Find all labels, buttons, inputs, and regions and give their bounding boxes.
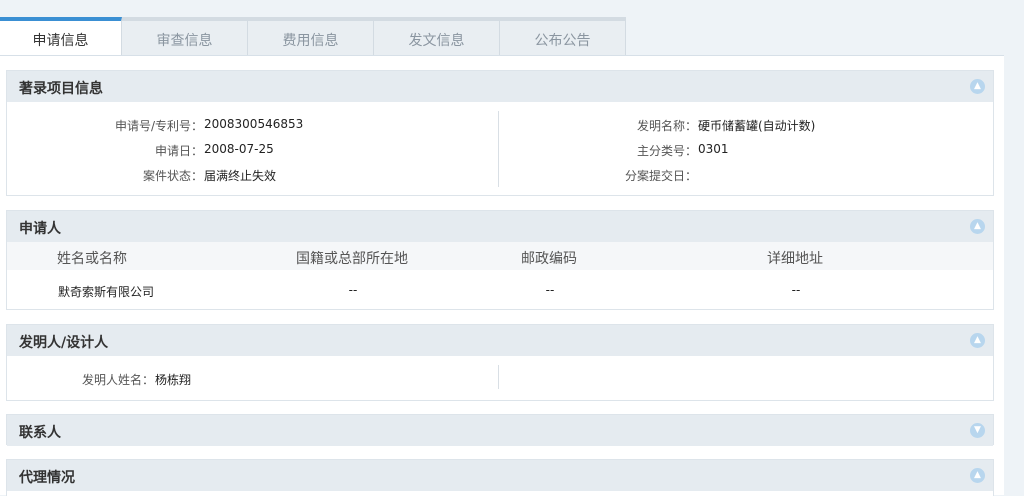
column-header: 详细地址 <box>767 251 823 267</box>
chevron-up-icon[interactable]: ▲ <box>970 79 985 94</box>
inventor-name-label: 发明人姓名： <box>81 373 154 387</box>
agency-header: 代理情况 ▲ <box>7 460 993 491</box>
table-cell: -- <box>348 283 358 297</box>
app-no-value: 2008300546853 <box>204 117 304 131</box>
field-row: 申请号/专利号： 2008300546853 发明名称： 硬币储蓄罐(自动计数) <box>7 117 993 133</box>
table-cell: 默奇索斯有限公司 <box>57 285 154 299</box>
app-date-label: 申请日： <box>154 144 203 158</box>
section-title: 发明人/设计人 <box>19 335 109 351</box>
column-header: 姓名或名称 <box>57 251 127 267</box>
table-cell: -- <box>545 283 555 297</box>
section-title: 联系人 <box>19 425 61 441</box>
agency-section: 代理情况 ▲ <box>6 459 994 496</box>
tab-dispatch-info[interactable]: 发文信息 <box>374 17 500 55</box>
table-cell: -- <box>791 283 801 297</box>
column-divider <box>498 365 499 389</box>
applicant-header: 申请人 ▲ <box>7 211 993 242</box>
column-header: 国籍或总部所在地 <box>296 251 408 267</box>
chevron-up-icon[interactable]: ▲ <box>970 468 985 483</box>
applicant-section: 申请人 ▲ 姓名或名称 国籍或总部所在地 邮政编码 详细地址 默奇索斯有限公司 … <box>6 210 994 310</box>
invention-name-value: 硬币储蓄罐(自动计数) <box>698 119 816 133</box>
app-date-value: 2008-07-25 <box>204 142 274 156</box>
main-class-value: 0301 <box>698 142 729 156</box>
field-row: 申请日： 2008-07-25 主分类号： 0301 <box>7 142 993 158</box>
section-title: 著录项目信息 <box>19 81 103 97</box>
tab-publication-announcement[interactable]: 公布公告 <box>500 17 626 55</box>
contact-section: 联系人 ▼ <box>6 414 994 446</box>
column-header: 邮政编码 <box>521 251 577 267</box>
section-title: 申请人 <box>19 221 61 237</box>
field-row: 案件状态： 届满终止失效 分案提交日： <box>7 167 993 183</box>
tab-bar: 申请信息 审查信息 费用信息 发文信息 公布公告 <box>0 17 626 55</box>
field-row: 发明人姓名： 杨栋翔 <box>7 371 993 387</box>
inventor-section: 发明人/设计人 ▲ 发明人姓名： 杨栋翔 <box>6 324 994 401</box>
chevron-up-icon[interactable]: ▲ <box>970 333 985 348</box>
contact-header: 联系人 ▼ <box>7 415 993 446</box>
inventor-header: 发明人/设计人 ▲ <box>7 325 993 356</box>
chevron-up-icon[interactable]: ▲ <box>970 219 985 234</box>
tab-application-info[interactable]: 申请信息 <box>0 17 122 55</box>
bibliographic-section: 著录项目信息 ▲ 申请号/专利号： 2008300546853 发明名称： 硬币… <box>6 70 994 196</box>
tab-examination-info[interactable]: 审查信息 <box>122 17 248 55</box>
status-value: 届满终止失效 <box>204 169 277 183</box>
section-title: 代理情况 <box>19 470 75 486</box>
column-divider <box>498 111 499 187</box>
tab-fee-info[interactable]: 费用信息 <box>248 17 374 55</box>
status-label: 案件状态： <box>142 169 203 183</box>
division-date-label: 分案提交日： <box>624 169 697 183</box>
invention-name-label: 发明名称： <box>636 119 697 133</box>
main-class-label: 主分类号： <box>636 144 697 158</box>
inventor-name-value: 杨栋翔 <box>155 373 192 387</box>
bibliographic-header: 著录项目信息 ▲ <box>7 71 993 102</box>
app-no-label: 申请号/专利号： <box>114 119 203 133</box>
content-panel: 著录项目信息 ▲ 申请号/专利号： 2008300546853 发明名称： 硬币… <box>0 55 1004 496</box>
chevron-down-icon[interactable]: ▼ <box>970 423 985 438</box>
